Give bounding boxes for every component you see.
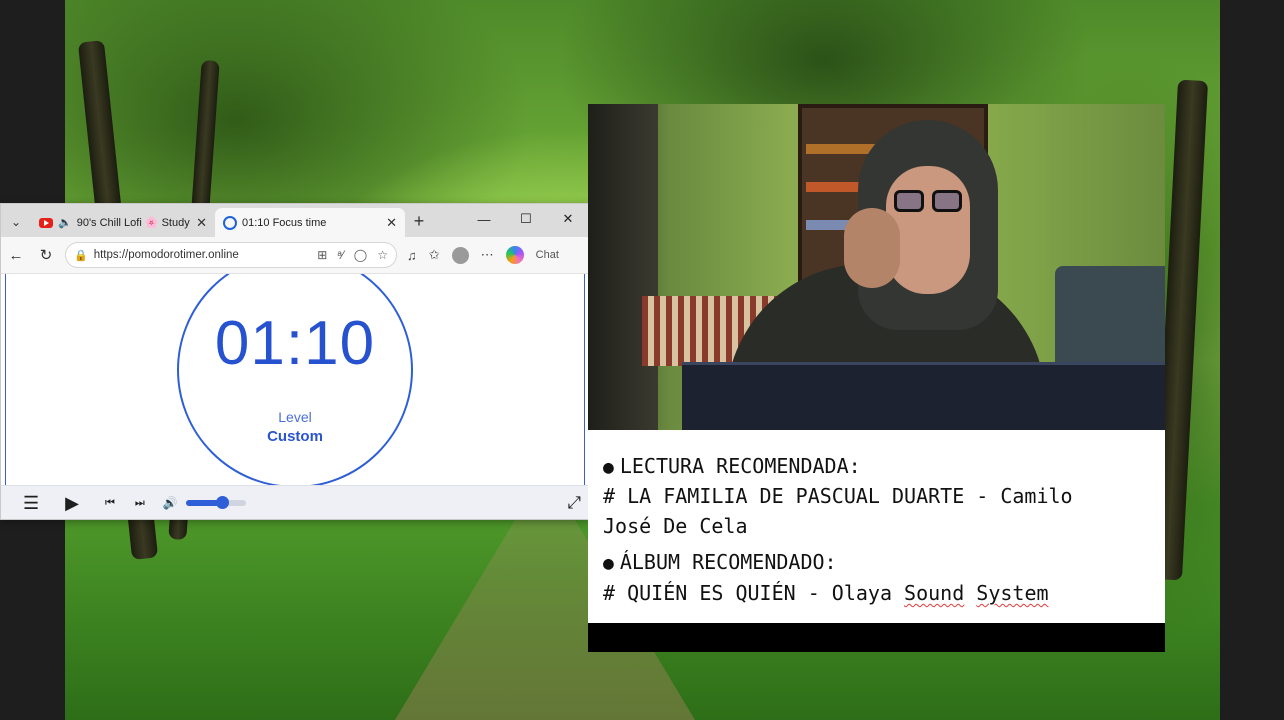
speaker-icon: 🔈 (58, 217, 72, 229)
webcam-bed (1055, 266, 1165, 366)
album-word-sound: Sound (904, 581, 965, 605)
close-window-icon[interactable]: ✕ (547, 204, 589, 234)
volume-handle[interactable] (216, 496, 230, 509)
album-heading-text: ÁLBUM RECOMENDADO: (619, 550, 837, 574)
level-value[interactable]: Custom (179, 428, 411, 445)
bullet-icon: ● (603, 553, 614, 574)
address-bar[interactable]: 🔒 https://pomodorotimer.online ⊞ ᵃ⁄ ◯ ☆ (65, 242, 397, 268)
lectura-heading-text: LECTURA RECOMENDADA: (619, 454, 861, 478)
webcam-person-hand (844, 208, 900, 288)
menu-icon[interactable]: ☰ (23, 493, 39, 514)
favorite-star-icon[interactable]: ☆ (377, 248, 388, 262)
webcam-glasses (894, 190, 964, 214)
reader-icon[interactable]: ◯ (354, 248, 367, 262)
recommendations-card: ● LECTURA RECOMENDADA: # LA FAMILIA DE PA… (588, 430, 1165, 623)
lectura-line-2: José De Cela (603, 514, 748, 538)
music-player-bar: ☰ ▶ ⏮ ⏭ 🔊 ⤢ (1, 485, 589, 519)
previous-track-icon[interactable]: ⏮ (105, 497, 115, 510)
back-icon[interactable]: ← (1, 247, 31, 264)
address-url: https://pomodorotimer.online (93, 249, 239, 261)
tab-actions-menu[interactable]: ⌄ (1, 207, 31, 237)
webcam-laptop (682, 362, 1165, 430)
translate-icon[interactable]: ᵃ⁄ (337, 248, 343, 262)
pomodoro-ring-icon (223, 215, 237, 230)
lectura-line-1: # LA FAMILIA DE PASCUAL DUARTE - Camilo (603, 484, 1073, 508)
browser-window: ⌄ 🔈 90's Chill Lofi 🌸 Study M ✕ 01:10 Fo… (0, 203, 590, 520)
more-menu-icon[interactable]: ⋯ (481, 247, 494, 263)
favorites-icon[interactable]: ✩ (429, 247, 440, 263)
media-control-icon[interactable]: ♫ (407, 248, 417, 263)
album-heading: ● ÁLBUM RECOMENDADO: (603, 550, 837, 574)
volume-slider[interactable] (185, 496, 246, 509)
app-available-icon[interactable]: ⊞ (317, 248, 327, 262)
level-label: Level (278, 409, 312, 425)
profile-avatar[interactable] (451, 246, 469, 264)
stream-overlay-panel: ● LECTURA RECOMENDADA: # LA FAMILIA DE PA… (588, 104, 1165, 652)
lectura-heading: ● LECTURA RECOMENDADA: (603, 454, 861, 478)
copilot-icon[interactable] (505, 246, 524, 264)
tab-label: 90's Chill Lofi 🌸 Study M (76, 217, 192, 229)
youtube-icon (39, 217, 53, 228)
play-icon[interactable]: ▶ (65, 493, 79, 514)
refresh-icon[interactable]: ↻ (31, 246, 61, 264)
close-icon[interactable]: ✕ (386, 215, 397, 231)
browser-toolbar: ← ↻ 🔒 https://pomodorotimer.online ⊞ ᵃ⁄ … (1, 237, 589, 274)
webcam-door (588, 104, 658, 430)
tab-label: 01:10 Focus time (242, 216, 327, 229)
bullet-icon: ● (603, 457, 614, 478)
tab-lofi[interactable]: 🔈 90's Chill Lofi 🌸 Study M ✕ (31, 208, 215, 237)
album-line-prefix: # QUIÉN ES QUIÉN - Olaya (603, 581, 905, 605)
maximize-icon[interactable]: ☐ (505, 204, 547, 234)
site-info-icon[interactable]: 🔒 (74, 249, 88, 262)
tab-focus-time[interactable]: 01:10 Focus time ✕ (215, 208, 405, 237)
timer-ring: 01:10 Level Custom (177, 274, 413, 486)
volume-icon[interactable]: 🔊 (163, 496, 178, 510)
album-line: # QUIÉN ES QUIÉN - Olaya Sound System (603, 581, 1049, 605)
close-icon[interactable]: ✕ (196, 215, 207, 231)
copilot-label[interactable]: Chat (536, 249, 559, 261)
chevron-down-icon: ⌄ (10, 215, 22, 229)
minimize-icon[interactable]: — (463, 204, 505, 234)
album-word-system: System (976, 581, 1049, 605)
window-controls: — ☐ ✕ (463, 204, 589, 234)
new-tab-button[interactable]: + (405, 208, 433, 237)
tab-bar: ⌄ 🔈 90's Chill Lofi 🌸 Study M ✕ 01:10 Fo… (1, 204, 589, 237)
notes-bottom-bar (588, 623, 1165, 652)
page-content: 01:10 Level Custom (5, 274, 585, 486)
next-track-icon[interactable]: ⏭ (135, 497, 145, 510)
fullscreen-icon[interactable]: ⤢ (567, 493, 581, 513)
webcam-feed (588, 104, 1165, 430)
timer-display: 01:10 (214, 309, 376, 378)
